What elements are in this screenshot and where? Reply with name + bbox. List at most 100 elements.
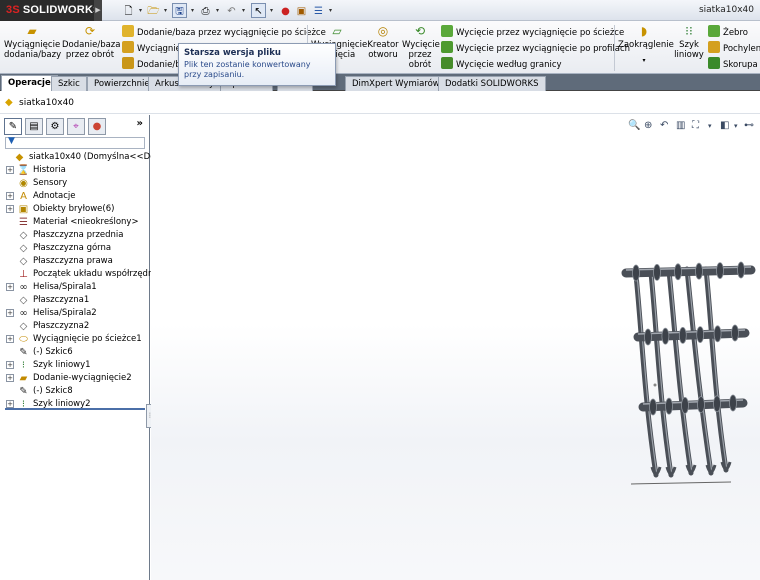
tree-item-label: Adnotacje — [33, 191, 76, 201]
tree-item[interactable]: + A Adnotacje — [6, 190, 148, 203]
undo-icon[interactable]: ↶ — [224, 3, 239, 18]
revolve-cut-label: Wycięcie przez obrót — [402, 40, 440, 70]
print-dropdown-icon[interactable]: ▾ — [214, 3, 221, 18]
hole-wizard-icon: ◎ — [377, 24, 389, 38]
tree-item[interactable]: + ⬭ Wyciągnięcie po ścieżce1 — [6, 333, 148, 346]
coil-loop — [665, 397, 673, 415]
extrude-cut-icon: ▱ — [332, 24, 342, 38]
solid-bodies-icon: ▣ — [18, 204, 29, 215]
tree-item[interactable]: ☰ Materiał <nieokreślony> — [6, 216, 148, 229]
expand-toggle-icon[interactable]: + — [6, 361, 14, 369]
loft-cut-button[interactable]: Wycięcie przez wyciągnięcie po profilach — [441, 41, 630, 56]
new-dropdown-icon[interactable]: ▾ — [137, 3, 144, 18]
expand-toggle-icon[interactable]: + — [6, 309, 14, 317]
expand-toggle-icon[interactable]: + — [6, 192, 14, 200]
options-icon[interactable]: ☰ — [311, 3, 326, 18]
legacy-file-tooltip: Starsza wersja pliku Plik ten zostanie k… — [178, 43, 336, 86]
expand-toggle-icon[interactable]: + — [6, 205, 14, 213]
sweep-boss-button[interactable]: Dodanie/baza przez wyciągnięcie po ścież… — [122, 25, 326, 40]
select-dropdown-icon[interactable]: ▾ — [268, 3, 275, 18]
solidworks-logo[interactable]: 3S SOLIDWORKS — [0, 0, 100, 21]
tree-item-label: Dodanie-wyciągnięcie2 — [33, 373, 132, 383]
undo-dropdown-icon[interactable]: ▾ — [240, 3, 247, 18]
tree-item[interactable]: ◇ Płaszczyzna1 — [6, 294, 148, 307]
fillet-button[interactable]: ◗ Zaokrąglenie ▾ — [618, 24, 674, 66]
tree-item[interactable]: + ▣ Obiekty bryłowe(6) — [6, 203, 148, 216]
tree-item-label: (-) Szkic8 — [33, 386, 73, 396]
hole-wizard-button[interactable]: ◎ Kreator otworu — [365, 24, 401, 60]
tree-item-label: Wyciągnięcie po ścieżce1 — [33, 334, 142, 344]
tree-item[interactable]: ◇ Płaszczyzna prawa — [6, 255, 148, 268]
tree-item[interactable]: ⊥ Początek układu współrzędnych — [6, 268, 168, 281]
tab-surfaces[interactable]: Powierzchnie — [87, 76, 157, 91]
boundary-cut-button[interactable]: Wycięcie według granicy — [441, 57, 562, 72]
expand-toggle-icon[interactable]: + — [6, 335, 14, 343]
shell-button[interactable]: Skorupa — [708, 57, 758, 72]
tree-item[interactable]: ✎ (-) Szkic6 — [6, 346, 148, 359]
configuration-manager-tab-icon[interactable]: ⚙ — [46, 118, 64, 135]
tree-item[interactable]: + ∞ Helisa/Spirala2 — [6, 307, 148, 320]
tree-item[interactable]: ◇ Płaszczyzna górna — [6, 242, 148, 255]
document-name: siatka10x40 — [19, 98, 75, 108]
expand-toggle-icon[interactable]: + — [6, 374, 14, 382]
tab-features[interactable]: Operacje — [1, 75, 58, 91]
tree-item[interactable]: + ⁝ Szyk liniowy1 — [6, 359, 148, 372]
sweep-cut-icon — [441, 25, 453, 37]
sweep-boss-icon — [122, 25, 134, 37]
tab-dimxpert[interactable]: DimXpert Wymiarów — [345, 76, 447, 91]
save-icon[interactable]: 🖫 — [172, 3, 187, 18]
menu-arrow-icon[interactable]: ▶ — [94, 0, 102, 21]
coil-loop — [716, 262, 724, 280]
print-icon[interactable]: ⎙ — [198, 3, 213, 18]
helix-icon: ∞ — [19, 308, 28, 319]
helix-icon: ∞ — [19, 282, 28, 293]
coil-loop — [696, 326, 705, 344]
expand-toggle-icon[interactable]: + — [6, 166, 14, 174]
new-document-icon[interactable]: 🗋 — [121, 3, 136, 18]
tree-item[interactable]: + ∞ Helisa/Spirala1 — [6, 281, 148, 294]
feature-manager-tab-icon[interactable]: ✎ — [4, 118, 22, 135]
expand-toggle-icon[interactable]: + — [6, 400, 14, 408]
tree-item[interactable]: ✎ (-) Szkic8 — [6, 385, 148, 398]
tree-item-label: Płaszczyzna przednia — [33, 230, 124, 240]
fillet-dropdown-icon[interactable]: ▾ — [618, 56, 670, 66]
coil-loop — [644, 328, 652, 346]
expand-toggle-icon[interactable]: + — [6, 283, 14, 291]
display-manager-tab-icon[interactable]: ● — [88, 118, 106, 135]
draft-button[interactable]: Pochyleni — [708, 41, 760, 56]
file-properties-icon[interactable]: ▣ — [294, 3, 309, 18]
property-manager-tab-icon[interactable]: ▤ — [25, 118, 43, 135]
tree-item-label: Szyk liniowy1 — [33, 360, 91, 370]
tree-item[interactable]: ◉ Sensory — [6, 177, 148, 190]
rebuild-traffic-light-icon[interactable]: ● — [278, 3, 293, 18]
sketch-point — [653, 383, 657, 387]
coil-loop — [681, 396, 689, 414]
rib-button[interactable]: Żebro — [708, 25, 748, 40]
open-dropdown-icon[interactable]: ▾ — [162, 3, 169, 18]
options-dropdown-icon[interactable]: ▾ — [327, 3, 334, 18]
panel-expand-icon[interactable]: » — [137, 118, 143, 129]
open-folder-icon[interactable]: 🗁 — [146, 3, 161, 18]
revolve-cut-button[interactable]: ⟲ Wycięcie przez obrót — [402, 24, 440, 70]
dimxpert-manager-tab-icon[interactable]: ⌖ — [67, 118, 85, 135]
tree-item[interactable]: + ▰ Dodanie-wyciągnięcie2 — [6, 372, 148, 385]
extrude-boss-icon: ▰ — [27, 24, 37, 38]
extrude-boss-button[interactable]: ▰ Wyciągnięcie dodania/bazy — [4, 24, 61, 60]
sweep-boss-label: Dodanie/baza przez wyciągnięcie po ścież… — [137, 28, 326, 38]
revolve-boss-button[interactable]: ⟳ Dodanie/baza przez obrót — [62, 24, 120, 60]
tree-item[interactable]: + ⌛ Historia — [6, 164, 148, 177]
select-cursor-icon[interactable]: ↖ — [251, 3, 266, 18]
tree-item[interactable]: ◇ Płaszczyzna przednia — [6, 229, 148, 242]
graphics-area[interactable]: 🔍 ⊕ ↶ ▥ ⛶ ▾ ◧ ▾ ⊷ — [151, 115, 760, 580]
save-dropdown-icon[interactable]: ▾ — [189, 3, 196, 18]
sweep-cut-button[interactable]: Wycięcie przez wyciągnięcie po ścieżce — [441, 25, 624, 40]
tree-root-item[interactable]: ◆ siatka10x40 (Domyślna<<Domyślna>) — [2, 151, 197, 164]
rollback-bar[interactable] — [5, 408, 145, 410]
tab-sketch[interactable]: Szkic — [51, 76, 87, 91]
loft-boss-icon — [122, 41, 134, 53]
tree-item[interactable]: ◇ Płaszczyzna2 — [6, 320, 148, 333]
tree-filter-input[interactable]: ▼ — [5, 136, 145, 149]
linear-pattern-button[interactable]: ⁝⁝ Szyk liniowy — [672, 24, 706, 60]
tab-solidworks-addins[interactable]: Dodatki SOLIDWORKS — [438, 76, 546, 91]
shell-icon — [708, 57, 720, 69]
